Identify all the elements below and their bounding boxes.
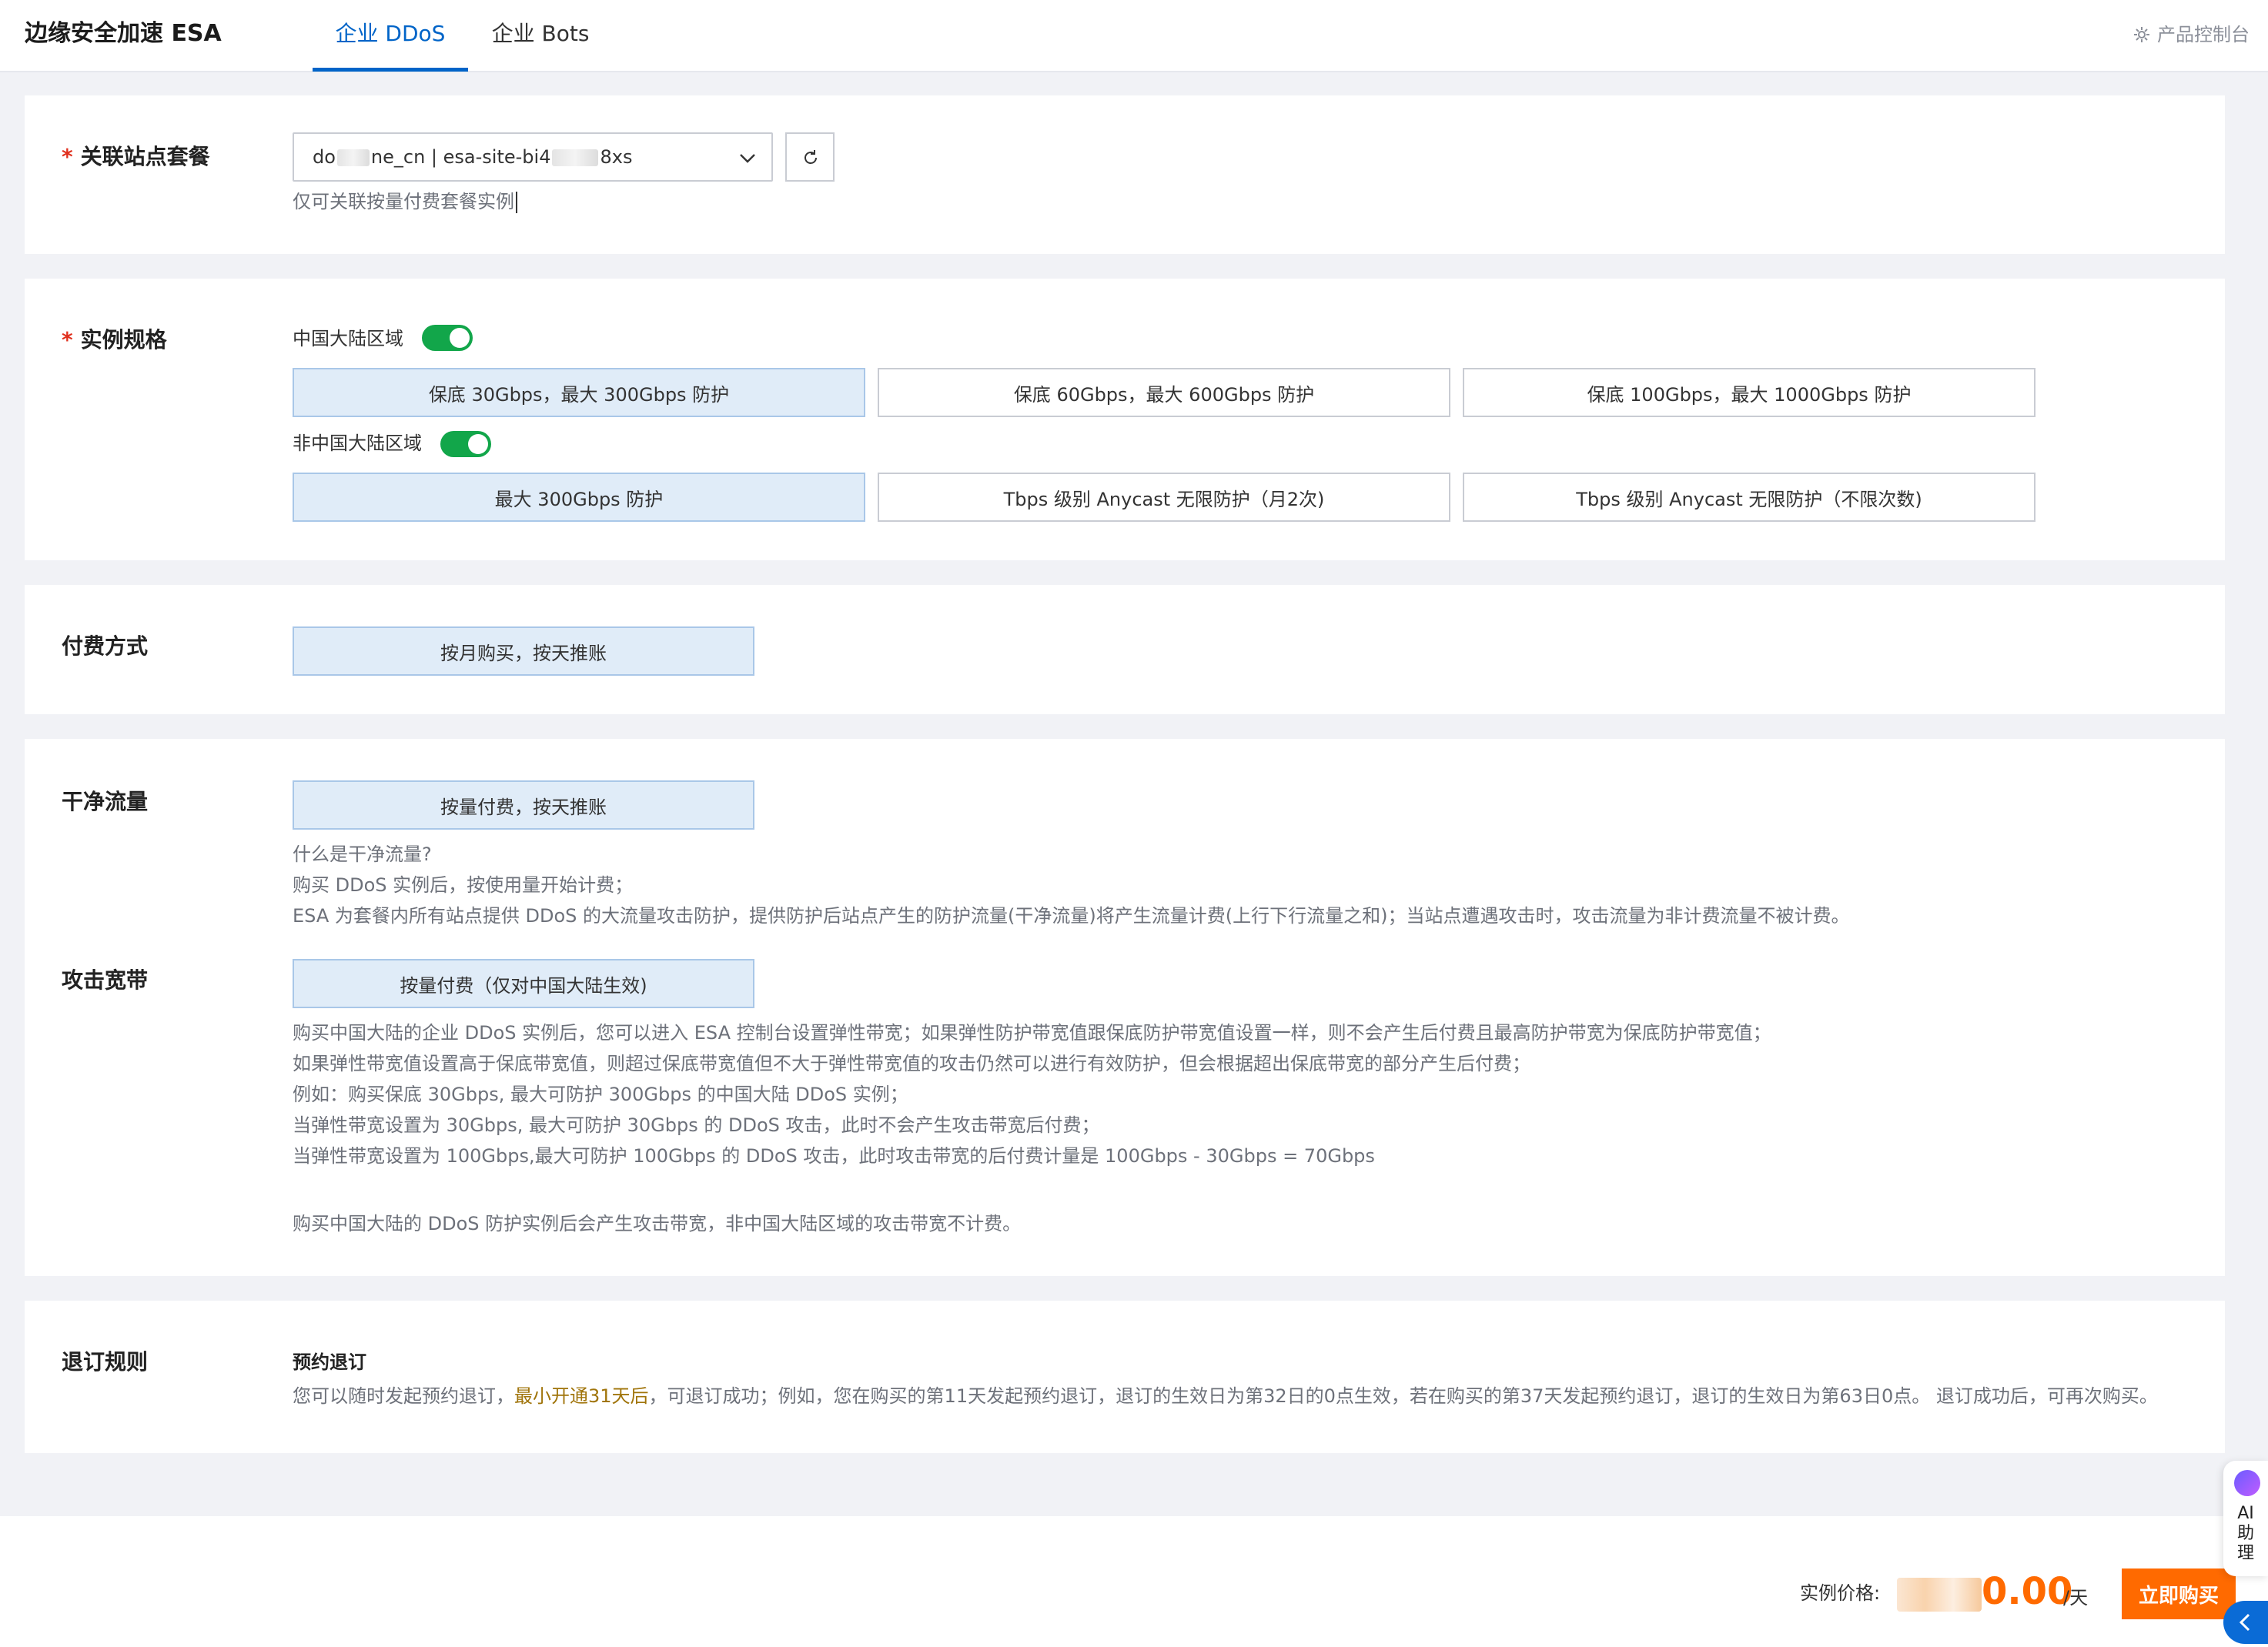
attack-bandwidth-desc-3: 例如：购买保底 30Gbps, 最大可防护 300Gbps 的中国大陆 DDoS…	[293, 1084, 908, 1105]
redacted-text	[336, 149, 370, 166]
price-value: 0.00	[1982, 1570, 2073, 1613]
brand-title: 边缘安全加速 ESA	[25, 20, 222, 47]
attack-bandwidth-desc-1: 购买中国大陆的企业 DDoS 实例后，您可以进入 ESA 控制台设置弹性带宽；如…	[293, 1022, 1771, 1044]
refund-description: 您可以随时发起预约退订，最小开通31天后，可退订成功；例如，您在购买的第11天发…	[293, 1385, 2158, 1407]
attack-bandwidth-desc-2: 如果弹性带宽值设置高于保底带宽值，则超过保底带宽值但不大于弹性带宽值的攻击仍然可…	[293, 1053, 1530, 1074]
price-label: 实例价格:	[1800, 1582, 1881, 1604]
product-console-link[interactable]: 产品控制台	[2133, 22, 2250, 48]
instance-spec-label: * 实例规格	[62, 327, 167, 352]
ai-assistant-tab[interactable]: AI 助 理	[2223, 1461, 2268, 1576]
tab-enterprise-ddos[interactable]: 企业 DDoS	[313, 17, 468, 72]
mainland-region-label: 中国大陆区域	[293, 328, 403, 349]
console-link-label: 产品控制台	[2157, 24, 2250, 45]
redacted-text	[552, 149, 599, 166]
top-header: 边缘安全加速 ESA 企业 DDoS 企业 Bots 产品控制台	[0, 0, 2268, 72]
attack-bandwidth-note: 购买中国大陆的 DDoS 防护实例后会产生攻击带宽，非中国大陆区域的攻击带宽不计…	[293, 1213, 1022, 1234]
mainland-region-toggle[interactable]	[422, 325, 473, 351]
refund-subtitle: 预约退订	[293, 1351, 366, 1373]
clean-traffic-label: 干净流量	[62, 789, 149, 814]
refund-highlight: 最小开通31天后	[514, 1385, 649, 1407]
ai-assistant-icon	[2234, 1470, 2260, 1496]
overseas-option-anycast-unlimited[interactable]: Tbps 级别 Anycast 无限防护（不限次数)	[1463, 473, 2036, 522]
overseas-option-300gbps[interactable]: 最大 300Gbps 防护	[293, 473, 865, 522]
attack-bandwidth-desc-5: 当弹性带宽设置为 100Gbps,最大可防护 100Gbps 的 DDoS 攻击…	[293, 1145, 1375, 1167]
billing-option-monthly[interactable]: 按月购买，按天推账	[293, 626, 754, 676]
mainland-option-60gbps[interactable]: 保底 60Gbps，最大 600Gbps 防护	[878, 368, 1450, 417]
attack-bandwidth-label: 攻击宽带	[62, 967, 149, 993]
mainland-option-30gbps[interactable]: 保底 30Gbps，最大 300Gbps 防护	[293, 368, 865, 417]
clean-traffic-desc-3: ESA 为套餐内所有站点提供 DDoS 的大流量攻击防护，提供防护后站点产生的防…	[293, 905, 1850, 927]
site-plan-select-value: do ne_cn | esa-site-bi4 8xs	[313, 146, 633, 168]
gear-icon	[2134, 27, 2149, 42]
buy-now-button[interactable]: 立即购买	[2122, 1568, 2236, 1619]
tab-enterprise-bots[interactable]: 企业 Bots	[480, 17, 600, 72]
ai-assistant-label: AI 助 理	[2236, 1504, 2254, 1563]
instance-spec-section: * 实例规格 中国大陆区域 保底 30Gbps，最大 300Gbps 防护 保底 …	[25, 279, 2225, 560]
billing-section: 付费方式 按月购买，按天推账	[25, 585, 2225, 714]
billing-label: 付费方式	[62, 633, 149, 659]
refund-label: 退订规则	[62, 1349, 149, 1375]
text-cursor	[516, 192, 517, 213]
collapse-sidebar-button[interactable]	[2223, 1601, 2268, 1644]
overseas-option-anycast-2[interactable]: Tbps 级别 Anycast 无限防护（月2次)	[878, 473, 1450, 522]
redacted-price	[1897, 1578, 1982, 1612]
site-plan-select[interactable]: do ne_cn | esa-site-bi4 8xs	[293, 132, 773, 182]
clean-traffic-desc-1: 什么是干净流量?	[293, 844, 432, 865]
refresh-icon	[805, 150, 817, 164]
refund-section: 退订规则 预约退订 您可以随时发起预约退订，最小开通31天后，可退订成功；例如，…	[25, 1301, 2225, 1453]
chevron-left-icon	[2239, 1613, 2250, 1632]
site-plan-section: * 关联站点套餐 do ne_cn | esa-site-bi4 8xs 仅可关联按量…	[25, 95, 2225, 254]
clean-traffic-option[interactable]: 按量付费，按天推账	[293, 780, 754, 830]
mainland-option-100gbps[interactable]: 保底 100Gbps，最大 1000Gbps 防护	[1463, 368, 2036, 417]
clean-traffic-desc-2: 购买 DDoS 实例后，按使用量开始计费；	[293, 874, 634, 896]
overseas-region-toggle[interactable]	[440, 431, 491, 457]
overseas-region-label: 非中国大陆区域	[293, 433, 422, 454]
refresh-button[interactable]	[785, 132, 835, 182]
traffic-section: 干净流量 按量付费，按天推账 什么是干净流量? 购买 DDoS 实例后，按使用量…	[25, 739, 2225, 1276]
attack-bandwidth-option[interactable]: 按量付费（仅对中国大陆生效)	[293, 959, 754, 1008]
chevron-down-icon	[740, 154, 755, 163]
active-tab-indicator	[313, 68, 468, 72]
site-plan-hint: 仅可关联按量付费套餐实例	[293, 186, 517, 217]
attack-bandwidth-desc-4: 当弹性带宽设置为 30Gbps, 最大可防护 30Gbps 的 DDoS 攻击，…	[293, 1114, 1100, 1136]
site-plan-label: * 关联站点套餐	[62, 144, 210, 169]
price-unit: /天	[2063, 1587, 2089, 1609]
